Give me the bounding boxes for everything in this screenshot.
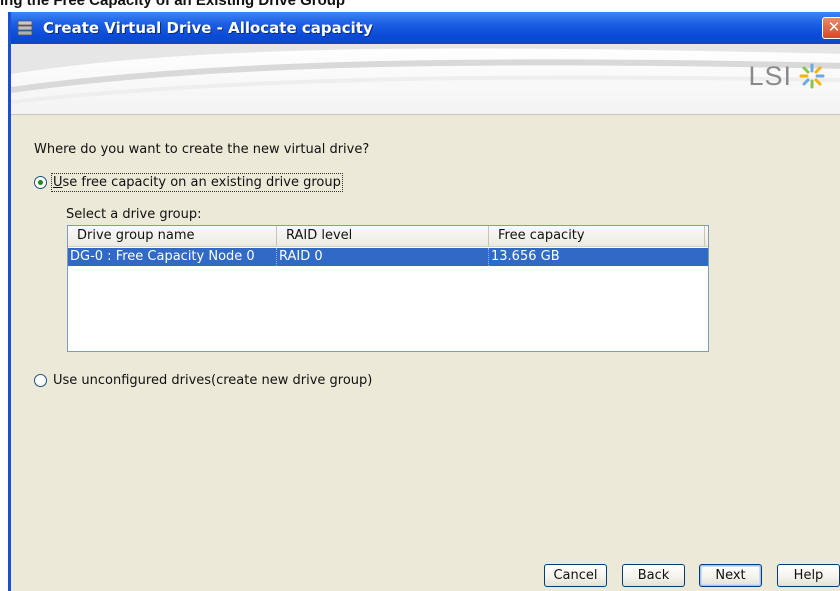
close-button[interactable]: ✕ [822, 17, 840, 39]
table-row[interactable]: DG-0 : Free Capacity Node 0 RAID 0 13.65… [68, 248, 708, 266]
drive-group-table[interactable]: Drive group name RAID level Free capacit… [67, 225, 709, 352]
radio-existing-group[interactable] [34, 176, 47, 189]
table-header: Drive group name RAID level Free capacit… [68, 226, 708, 247]
cancel-button[interactable]: Cancel [544, 564, 607, 587]
column-header-free[interactable]: Free capacity [489, 226, 705, 246]
back-button[interactable]: Back [622, 564, 685, 587]
select-drive-group-label: Select a drive group: [66, 207, 202, 222]
option-unconfigured-label[interactable]: Use unconfigured drives(create new drive… [53, 373, 372, 388]
drive-stack-icon [17, 20, 33, 36]
cell-drive-group-name: DG-0 : Free Capacity Node 0 [68, 248, 277, 266]
document-caption: ing the Free Capacity of an Existing Dri… [0, 0, 346, 9]
next-button[interactable]: Next [699, 564, 762, 587]
lsi-starburst-icon [799, 63, 825, 89]
option-unconfigured-drives[interactable]: Use unconfigured drives(create new drive… [34, 373, 372, 388]
dialog-content: Where do you want to create the new virt… [11, 115, 840, 591]
dialog-window: Create Virtual Drive - Allocate capacity… [8, 12, 840, 591]
option-existing-label[interactable]: Use free capacity on an existing drive g… [51, 173, 343, 192]
radio-unconfigured-drives[interactable] [34, 374, 47, 387]
header-banner: LSI [11, 44, 840, 115]
cell-raid-level: RAID 0 [277, 248, 489, 266]
logo-text: LSI [748, 60, 792, 91]
option-existing-group[interactable]: Use free capacity on an existing drive g… [34, 173, 343, 192]
option-existing-text: se free capacity on an existing drive gr… [62, 175, 341, 190]
lsi-logo: LSI [748, 60, 826, 92]
question-label: Where do you want to create the new virt… [34, 142, 370, 157]
window-title: Create Virtual Drive - Allocate capacity [43, 19, 373, 37]
column-header-raid[interactable]: RAID level [277, 226, 489, 246]
close-icon: ✕ [827, 18, 840, 36]
help-button[interactable]: Help [777, 564, 840, 587]
mnemonic-u: U [53, 175, 63, 190]
column-header-name[interactable]: Drive group name [68, 226, 277, 246]
cell-free-capacity: 13.656 GB [491, 249, 560, 264]
banner-swoosh [11, 44, 840, 104]
title-bar[interactable]: Create Virtual Drive - Allocate capacity… [11, 12, 840, 44]
